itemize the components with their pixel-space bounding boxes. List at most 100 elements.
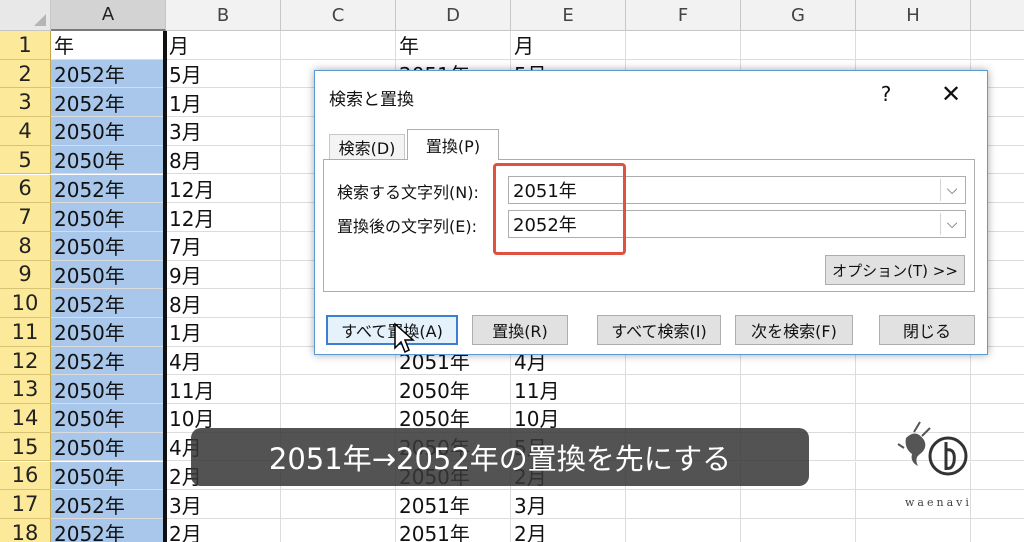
cell[interactable] [626,375,741,405]
cell[interactable]: 1月 [166,318,281,347]
cell[interactable] [741,31,856,60]
replace-all-button[interactable]: すべて置換(A) [326,315,458,345]
column-header-b[interactable]: B [166,0,281,31]
cell[interactable] [281,375,396,405]
help-button[interactable]: ? [871,79,901,109]
row-header-10[interactable]: 10 [0,289,51,318]
cell[interactable] [971,375,1024,405]
cell[interactable]: 2050年 [51,203,166,232]
cell[interactable]: 2052年 [51,88,166,118]
row-header-4[interactable]: 4 [0,117,51,146]
cell[interactable] [971,433,1024,462]
row-header-18[interactable]: 18 [0,518,51,542]
cell[interactable]: 2050年 [51,260,166,290]
column-header-f[interactable]: F [626,0,741,31]
cell[interactable] [856,31,971,60]
cell[interactable]: 2052年 [51,346,166,376]
row-header-9[interactable]: 9 [0,260,51,290]
row-header-11[interactable]: 11 [0,318,51,347]
cell[interactable] [626,31,741,60]
cell[interactable]: 2月 [511,518,626,542]
cell[interactable]: 3月 [511,490,626,519]
cell[interactable]: 12月 [166,203,281,232]
tab-find[interactable]: 検索(D) [329,134,405,159]
options-button[interactable]: オプション(T) >> [825,255,965,285]
cell[interactable]: 2052年 [51,289,166,318]
cell[interactable]: 2050年 [51,432,166,462]
cell[interactable]: 2052年 [51,490,166,519]
cell[interactable]: 11月 [166,375,281,405]
tab-replace[interactable]: 置換(P) [407,129,499,160]
row-header-3[interactable]: 3 [0,88,51,118]
close-button[interactable]: 閉じる [879,315,975,345]
cell[interactable]: 2051年 [396,518,511,542]
cell[interactable]: 7月 [166,231,281,261]
row-header-12[interactable]: 12 [0,346,51,376]
column-header-extra[interactable] [971,0,1024,31]
cell[interactable] [971,519,1024,542]
cell[interactable]: 2052年 [51,59,166,89]
find-what-input[interactable]: 2051年 ⌵ [508,176,966,204]
row-header-6[interactable]: 6 [0,174,51,204]
select-all-corner[interactable] [0,0,51,31]
cell[interactable]: 年 [396,31,511,60]
column-header-e[interactable]: E [511,0,626,31]
cell[interactable]: 年 [51,31,166,60]
cell[interactable]: 3月 [166,117,281,146]
row-header-14[interactable]: 14 [0,404,51,433]
cell[interactable]: 2051年 [396,490,511,519]
cell[interactable]: 8月 [166,289,281,318]
cell[interactable]: 2050年 [51,231,166,261]
cell[interactable]: 4月 [166,346,281,376]
cell[interactable]: 月 [511,31,626,60]
cell[interactable]: 1月 [166,88,281,118]
column-header-c[interactable]: C [281,0,396,31]
cell[interactable]: 9月 [166,260,281,290]
row-header-13[interactable]: 13 [0,375,51,405]
cell[interactable]: 2050年 [51,117,166,146]
cell[interactable]: 3月 [166,490,281,519]
column-header-h[interactable]: H [856,0,971,31]
cell[interactable] [971,31,1024,60]
cell[interactable]: 2052年 [51,518,166,542]
find-next-button[interactable]: 次を検索(F) [735,315,853,345]
column-header-a[interactable]: A [51,0,166,31]
cell[interactable]: 2050年 [51,318,166,347]
close-icon[interactable]: ✕ [935,79,967,109]
replace-with-input[interactable]: 2052年 ⌵ [508,210,966,238]
cell[interactable]: 2050年 [51,145,166,175]
cell[interactable] [971,462,1024,491]
find-all-button[interactable]: すべて検索(I) [597,315,721,345]
cell[interactable]: 2050年 [51,461,166,491]
chevron-down-icon[interactable]: ⌵ [940,213,963,235]
cell[interactable] [971,490,1024,519]
cell[interactable] [741,375,856,405]
cell[interactable]: 月 [166,31,281,60]
row-header-16[interactable]: 16 [0,461,51,491]
cell[interactable] [281,490,396,519]
column-header-d[interactable]: D [396,0,511,31]
cell[interactable]: 2050年 [396,375,511,405]
cell[interactable]: 8月 [166,145,281,175]
cell[interactable] [741,490,856,519]
cell[interactable] [856,375,971,405]
chevron-down-icon[interactable]: ⌵ [940,179,963,201]
cell[interactable]: 2052年 [51,174,166,204]
row-header-7[interactable]: 7 [0,203,51,232]
cell[interactable]: 5月 [166,59,281,89]
cell[interactable] [626,518,741,542]
cell[interactable]: 2月 [166,518,281,542]
cell[interactable]: 12月 [166,174,281,204]
row-header-8[interactable]: 8 [0,231,51,261]
row-header-17[interactable]: 17 [0,490,51,519]
cell[interactable] [626,490,741,519]
row-header-5[interactable]: 5 [0,145,51,175]
row-header-15[interactable]: 15 [0,432,51,462]
replace-button[interactable]: 置換(R) [472,315,568,345]
row-header-2[interactable]: 2 [0,59,51,89]
cell[interactable]: 2050年 [51,404,166,433]
column-header-g[interactable]: G [741,0,856,31]
cell[interactable]: 11月 [511,375,626,405]
cell[interactable] [281,31,396,60]
cell[interactable] [281,518,396,542]
